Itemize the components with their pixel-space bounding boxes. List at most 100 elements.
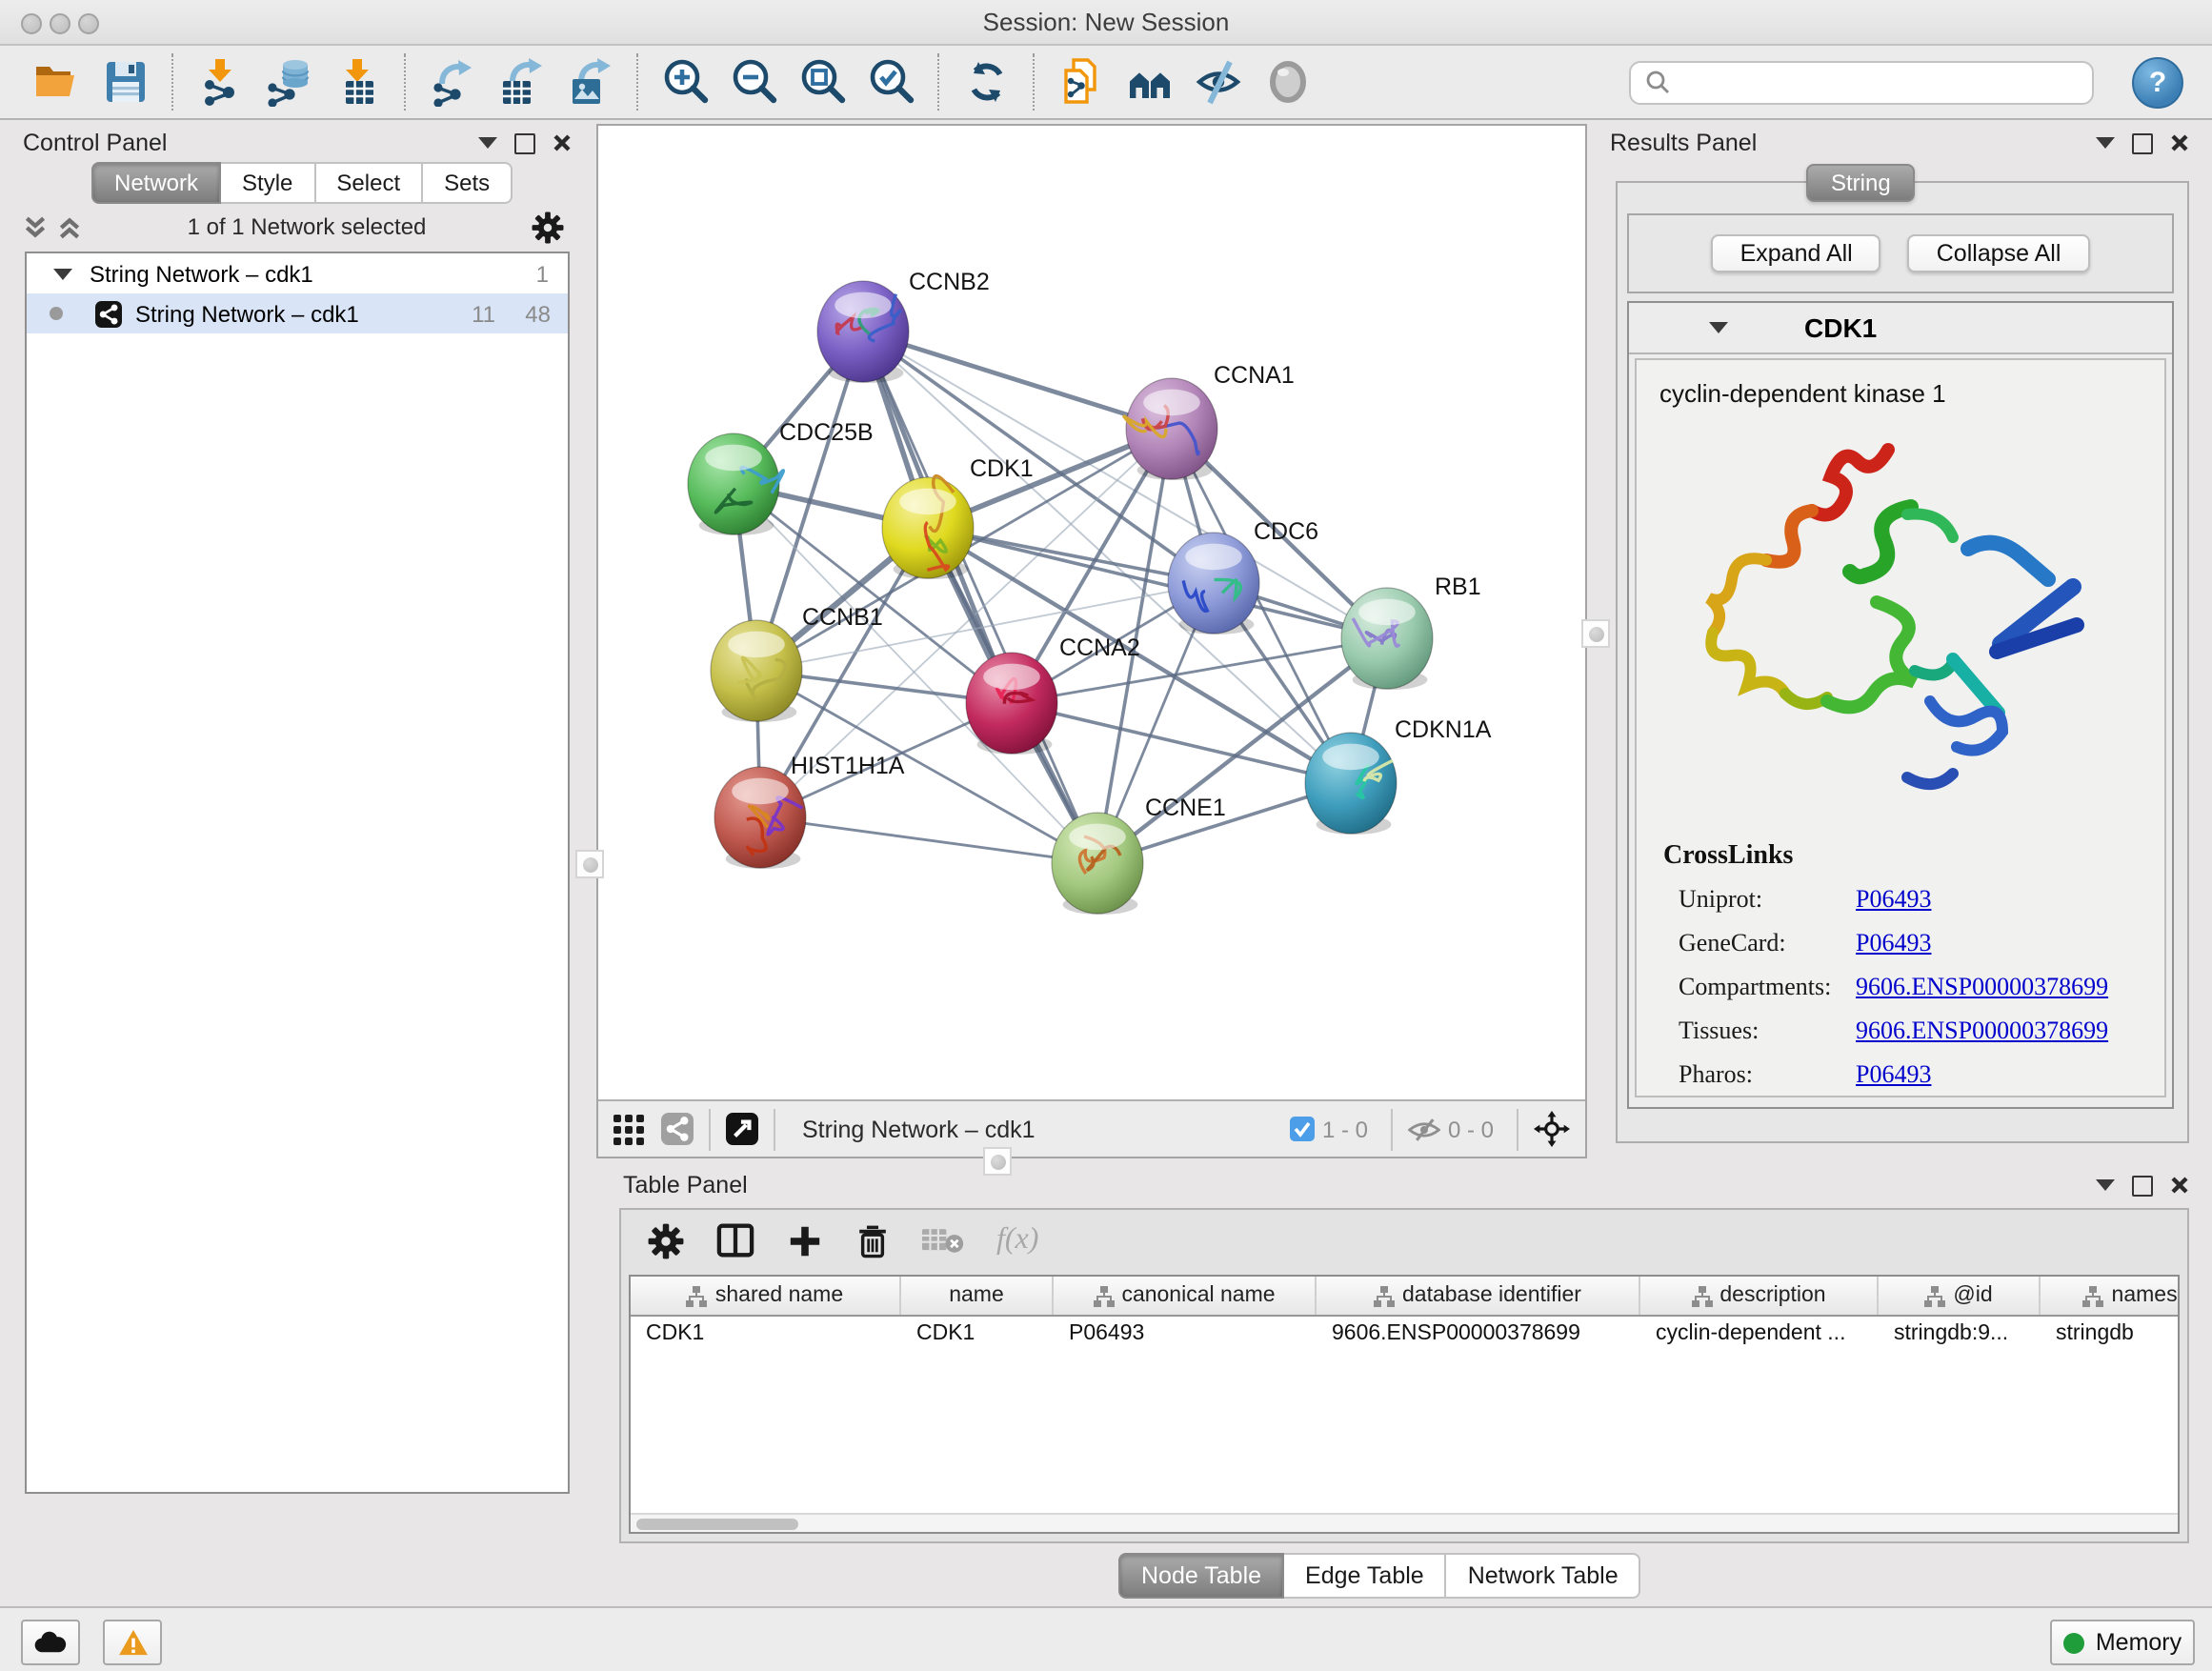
refresh-icon[interactable] bbox=[953, 50, 1021, 114]
hide-selected-icon[interactable] bbox=[1185, 50, 1254, 114]
open-in-window-icon[interactable] bbox=[726, 1113, 758, 1145]
help-icon[interactable]: ? bbox=[2132, 56, 2183, 108]
table-cell[interactable]: stringdb:9... bbox=[1879, 1317, 2041, 1351]
table-cell[interactable]: P06493 bbox=[1054, 1317, 1317, 1351]
network-node-RB1[interactable] bbox=[1341, 588, 1433, 690]
table-cell[interactable]: CDK1 bbox=[901, 1317, 1054, 1351]
scrollbar-thumb[interactable] bbox=[636, 1518, 798, 1529]
network-row-selected[interactable]: String Network – cdk1 11 48 bbox=[27, 293, 568, 333]
close-panel-icon[interactable] bbox=[2170, 1176, 2189, 1195]
network-node-CDC6[interactable] bbox=[1168, 533, 1259, 634]
column-header-name[interactable]: name bbox=[901, 1277, 1054, 1315]
selected-checkbox-icon[interactable] bbox=[1290, 1117, 1315, 1141]
network-node-CDKN1A[interactable] bbox=[1305, 733, 1397, 835]
table-cell[interactable]: stringdb bbox=[2041, 1317, 2180, 1351]
tab-network[interactable]: Network bbox=[91, 162, 221, 204]
crosslink-value-link[interactable]: P06493 bbox=[1856, 927, 1931, 957]
birdseye-navigator-icon[interactable] bbox=[1534, 1111, 1570, 1147]
network-node-CCNE1[interactable] bbox=[1052, 813, 1143, 915]
zoom-in-icon[interactable] bbox=[652, 50, 720, 114]
collection-label: String Network – cdk1 bbox=[90, 260, 313, 287]
table-row[interactable]: CDK1CDK1P064939606.ENSP00000378699cyclin… bbox=[631, 1317, 2178, 1351]
collapse-all-tree-icon[interactable] bbox=[57, 214, 82, 239]
panel-menu-icon[interactable] bbox=[478, 137, 497, 149]
share-network-icon[interactable] bbox=[661, 1113, 694, 1145]
result-card-header[interactable]: CDK1 bbox=[1629, 303, 2172, 354]
left-splitter-handle[interactable] bbox=[575, 850, 604, 878]
network-edge[interactable] bbox=[863, 332, 1172, 429]
table-cell[interactable]: cyclin-dependent ... bbox=[1640, 1317, 1879, 1351]
network-node-CDK1[interactable] bbox=[882, 476, 974, 579]
tab-string[interactable]: String bbox=[1806, 164, 1916, 202]
tab-network-table[interactable]: Network Table bbox=[1447, 1553, 1641, 1599]
import-network-file-icon[interactable] bbox=[187, 50, 255, 114]
grid-view-icon[interactable] bbox=[613, 1114, 644, 1144]
network-canvas[interactable]: CCNB2CCNA1CDC25BCDK1CDC6RB1CCNB1CCNA2CDK… bbox=[598, 126, 1585, 1099]
float-panel-icon[interactable] bbox=[2132, 132, 2153, 153]
float-panel-icon[interactable] bbox=[514, 132, 535, 153]
export-table-icon[interactable] bbox=[488, 50, 556, 114]
crosslink-row: Compartments:9606.ENSP00000378699 bbox=[1679, 964, 2164, 1008]
network-node-HIST1H1A[interactable] bbox=[714, 767, 806, 869]
horizontal-scrollbar[interactable] bbox=[631, 1513, 2178, 1532]
tab-sets[interactable]: Sets bbox=[423, 162, 513, 204]
network-node-CCNA1[interactable] bbox=[1123, 378, 1217, 480]
collapse-entry-icon[interactable] bbox=[1709, 322, 1728, 333]
first-neighbors-icon[interactable] bbox=[1116, 50, 1185, 114]
delete-column-icon[interactable] bbox=[855, 1222, 890, 1258]
network-node-CCNB2[interactable] bbox=[817, 281, 909, 383]
crosslink-value-link[interactable]: P06493 bbox=[1856, 1058, 1931, 1089]
zoom-fit-icon[interactable] bbox=[789, 50, 857, 114]
crosslink-value-link[interactable]: P06493 bbox=[1856, 883, 1931, 914]
network-edge[interactable] bbox=[1012, 703, 1351, 783]
column-header-description[interactable]: description bbox=[1640, 1277, 1879, 1315]
column-header-shared-name[interactable]: shared name bbox=[631, 1277, 901, 1315]
export-network-icon[interactable] bbox=[419, 50, 488, 114]
tab-edge-table[interactable]: Edge Table bbox=[1284, 1553, 1447, 1599]
search-input[interactable] bbox=[1671, 67, 2060, 97]
open-session-icon[interactable] bbox=[23, 50, 91, 114]
network-node-CCNA2[interactable] bbox=[966, 653, 1057, 755]
tab-node-table[interactable]: Node Table bbox=[1118, 1553, 1284, 1599]
cloud-status-button[interactable] bbox=[21, 1620, 80, 1665]
panel-menu-icon[interactable] bbox=[2096, 1179, 2115, 1191]
show-details-icon[interactable] bbox=[1254, 50, 1322, 114]
import-network-database-icon[interactable] bbox=[255, 50, 324, 114]
right-splitter-handle[interactable] bbox=[1581, 619, 1610, 648]
column-header-canonical-name[interactable]: canonical name bbox=[1054, 1277, 1317, 1315]
close-panel-icon[interactable] bbox=[2170, 133, 2189, 152]
export-image-icon[interactable] bbox=[556, 50, 625, 114]
table-cell[interactable]: 9606.ENSP00000378699 bbox=[1317, 1317, 1640, 1351]
zoom-out-icon[interactable] bbox=[720, 50, 789, 114]
show-columns-icon[interactable] bbox=[716, 1223, 754, 1258]
network-collection-row[interactable]: String Network – cdk1 1 bbox=[27, 253, 568, 293]
column-header-database-identifier[interactable]: database identifier bbox=[1317, 1277, 1640, 1315]
crosslink-value-link[interactable]: 9606.ENSP00000378699 bbox=[1856, 971, 2108, 1001]
panel-menu-icon[interactable] bbox=[2096, 137, 2115, 149]
expand-all-tree-icon[interactable] bbox=[23, 214, 48, 239]
add-column-icon[interactable] bbox=[787, 1222, 823, 1258]
clone-network-icon[interactable] bbox=[1048, 50, 1116, 114]
bottom-splitter-handle[interactable] bbox=[983, 1147, 1012, 1176]
collapse-collection-icon[interactable] bbox=[53, 268, 72, 279]
import-table-file-icon[interactable] bbox=[324, 50, 392, 114]
network-edge[interactable] bbox=[863, 332, 1097, 863]
network-node-CCNB1[interactable] bbox=[711, 620, 802, 722]
table-options-gear-icon[interactable] bbox=[648, 1222, 684, 1258]
gear-icon[interactable] bbox=[532, 211, 564, 243]
tab-select[interactable]: Select bbox=[315, 162, 423, 204]
column-header-namespace[interactable]: namespace bbox=[2041, 1277, 2180, 1315]
memory-button[interactable]: Memory bbox=[2050, 1620, 2195, 1665]
tab-style[interactable]: Style bbox=[221, 162, 315, 204]
crosslink-value-link[interactable]: 9606.ENSP00000378699 bbox=[1856, 1015, 2108, 1045]
close-panel-icon[interactable] bbox=[553, 133, 572, 152]
collapse-all-button[interactable]: Collapse All bbox=[1908, 234, 2090, 272]
network-edge[interactable] bbox=[760, 817, 1097, 863]
save-session-icon[interactable] bbox=[91, 50, 160, 114]
expand-all-button[interactable]: Expand All bbox=[1712, 234, 1881, 272]
warnings-button[interactable] bbox=[103, 1620, 162, 1665]
float-panel-icon[interactable] bbox=[2132, 1175, 2153, 1196]
table-cell[interactable]: CDK1 bbox=[631, 1317, 901, 1351]
zoom-selected-icon[interactable] bbox=[857, 50, 926, 114]
column-header--id[interactable]: @id bbox=[1879, 1277, 2041, 1315]
